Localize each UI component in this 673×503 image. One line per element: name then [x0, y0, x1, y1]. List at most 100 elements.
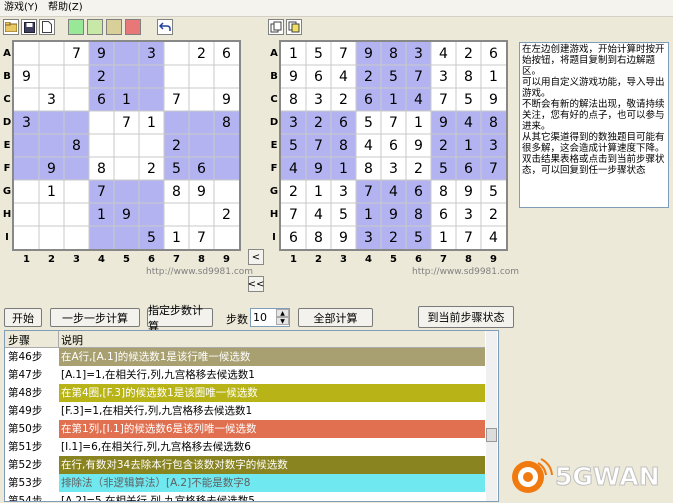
- column-label: 6: [415, 254, 422, 265]
- color-red-swatch[interactable]: [125, 19, 141, 35]
- list-item-step: 第50步: [8, 423, 43, 435]
- list-item-desc: 在第4圈,[F.3]的候选数1是该圈唯一候选数: [61, 387, 258, 399]
- column-label: 3: [73, 254, 80, 265]
- menu-bar: 游戏(Y) 帮助(Z): [0, 0, 673, 17]
- list-item-step: 第48步: [8, 387, 43, 399]
- steps-stepper[interactable]: ▲ ▼: [276, 309, 289, 326]
- help-line: 从其它渠道得到的数独题目可能有很多解，这会造成计算速度下降。: [522, 132, 665, 154]
- list-item-step: 第53步: [8, 477, 43, 489]
- row-label: C: [270, 94, 278, 105]
- row-label: I: [272, 232, 276, 243]
- grid-lines: [281, 42, 506, 249]
- column-label: 1: [290, 254, 297, 265]
- list-item[interactable]: 第53步 排除法（非逻辑算法）[A.2]不能是数字8: [5, 474, 485, 492]
- brand-logo: 5GWAN: [505, 453, 673, 500]
- help-line: 在左边创建游戏，开始计算时按开始按钮，将题目复制到右边解题区。: [522, 44, 665, 77]
- column-label: 4: [98, 254, 105, 265]
- row-label: A: [3, 48, 11, 59]
- watermark: http://www.sd9981.com: [146, 267, 254, 277]
- list-item-step: 第54步: [8, 495, 43, 502]
- help-line: 可以用自定义游戏功能，导入导出游戏。: [522, 77, 665, 99]
- list-item-desc: [F.3]=1,在相关行,列,九宫格移去候选数1: [61, 405, 253, 417]
- step-compute-button[interactable]: 一步一步计算: [50, 308, 140, 327]
- scrollbar-thumb[interactable]: [486, 428, 497, 442]
- list-item-desc: 在A行,[A.1]的候选数1是该行唯一候选数: [61, 351, 251, 363]
- column-label: 4: [365, 254, 372, 265]
- column-label: 2: [48, 254, 55, 265]
- column-label: 6: [148, 254, 155, 265]
- copy-left-icon[interactable]: [268, 19, 284, 35]
- toolbar: [0, 17, 673, 39]
- column-label: 9: [223, 254, 230, 265]
- row-label: G: [269, 186, 279, 197]
- save-icon[interactable]: [21, 19, 37, 35]
- list-item-desc: [A.2]=5,在相关行,列,九宫格移去候选数5: [61, 495, 255, 502]
- row-label: F: [270, 163, 278, 174]
- row-label: H: [269, 209, 279, 220]
- list-header: 步骤 说明: [5, 331, 485, 348]
- row-label: H: [2, 209, 12, 220]
- open-icon[interactable]: [3, 19, 19, 35]
- column-label: 7: [440, 254, 447, 265]
- column-label: 1: [23, 254, 30, 265]
- steps-list[interactable]: 步骤 说明 第46步 在A行,[A.1]的候选数1是该行唯一候选数第47步 [A.1…: [4, 330, 499, 502]
- column-label: 5: [390, 254, 397, 265]
- list-item-step: 第51步: [8, 441, 43, 453]
- list-item-step: 第49步: [8, 405, 43, 417]
- row-label: B: [270, 71, 278, 82]
- row-label: E: [3, 140, 11, 151]
- row-label: D: [2, 117, 12, 128]
- stepper-down-icon[interactable]: ▼: [276, 317, 289, 325]
- list-item[interactable]: 第54步 [A.2]=5,在相关行,列,九宫格移去候选数5: [5, 492, 485, 502]
- help-text-box: 在左边创建游戏，开始计算时按开始按钮，将题目复制到右边解题区。 可以用自定义游戏…: [519, 42, 669, 208]
- column-label: 9: [490, 254, 497, 265]
- list-item-desc: 在第1列,[I.1]的候选数6是该列唯一候选数: [61, 423, 257, 435]
- list-header-step: 步骤: [8, 334, 30, 347]
- row-label: F: [3, 163, 11, 174]
- column-label: 8: [198, 254, 205, 265]
- list-item[interactable]: 第49步 [F.3]=1,在相关行,列,九宫格移去候选数1: [5, 402, 485, 420]
- sudoku-grid: 1579834269642573818326147593265719485784…: [279, 40, 508, 251]
- to-current-step-button[interactable]: 到当前步骤状态: [418, 306, 514, 328]
- logo-text: 5GWAN: [555, 462, 661, 492]
- list-item[interactable]: 第48步 在第4圈,[F.3]的候选数1是该圈唯一候选数: [5, 384, 485, 402]
- sudoku-grid: 793269236179371882982561789192517: [12, 40, 241, 251]
- color-tan-swatch[interactable]: [106, 19, 122, 35]
- copy-right-icon[interactable]: [286, 19, 302, 35]
- list-item-step: 第47步: [8, 369, 43, 381]
- stepper-up-icon[interactable]: ▲: [276, 309, 289, 317]
- grid-lines: [14, 42, 239, 249]
- row-label: B: [3, 71, 11, 82]
- color-green-swatch[interactable]: [68, 19, 84, 35]
- compute-all-button[interactable]: 全部计算: [298, 308, 373, 327]
- list-item-desc: 在行,有数对34去除本行包含该数对数字的候选数: [61, 459, 288, 471]
- column-label: 3: [340, 254, 347, 265]
- row-label: D: [269, 117, 279, 128]
- list-item[interactable]: 第52步 在行,有数对34去除本行包含该数对数字的候选数: [5, 456, 485, 474]
- color-lightgreen-swatch[interactable]: [87, 19, 103, 35]
- list-item-desc: [A.1]=1,在相关行,列,九宫格移去候选数1: [61, 369, 255, 381]
- help-line: 不断会有新的解法出现，敬请持续关注，您有好的点子，也可以参与进来。: [522, 99, 665, 132]
- row-label: C: [3, 94, 11, 105]
- list-header-desc: 说明: [61, 334, 83, 347]
- list-item[interactable]: 第47步 [A.1]=1,在相关行,列,九宫格移去候选数1: [5, 366, 485, 384]
- undo-icon[interactable]: [157, 19, 173, 35]
- new-file-icon[interactable]: [39, 19, 55, 35]
- row-label: A: [270, 48, 278, 59]
- list-item-desc: [I.1]=6,在相关行,列,九宫格移去候选数6: [61, 441, 251, 453]
- list-item-desc: 排除法（非逻辑算法）[A.2]不能是数字8: [61, 477, 251, 489]
- list-item[interactable]: 第51步 [I.1]=6,在相关行,列,九宫格移去候选数6: [5, 438, 485, 456]
- back-button[interactable]: <: [248, 249, 264, 265]
- row-label: G: [2, 186, 12, 197]
- specified-steps-button[interactable]: 指定步数计算: [147, 304, 213, 333]
- list-scrollbar[interactable]: [486, 331, 497, 501]
- menu-help[interactable]: 帮助(Z): [48, 1, 83, 14]
- start-button[interactable]: 开始: [4, 308, 42, 327]
- steps-label: 步数: [226, 313, 248, 326]
- back-all-button[interactable]: <<: [248, 276, 264, 292]
- list-item-step: 第46步: [8, 351, 43, 363]
- menu-game[interactable]: 游戏(Y): [4, 1, 38, 14]
- column-label: 8: [465, 254, 472, 265]
- list-item[interactable]: 第50步 在第1列,[I.1]的候选数6是该列唯一候选数: [5, 420, 485, 438]
- list-item[interactable]: 第46步 在A行,[A.1]的候选数1是该行唯一候选数: [5, 348, 485, 366]
